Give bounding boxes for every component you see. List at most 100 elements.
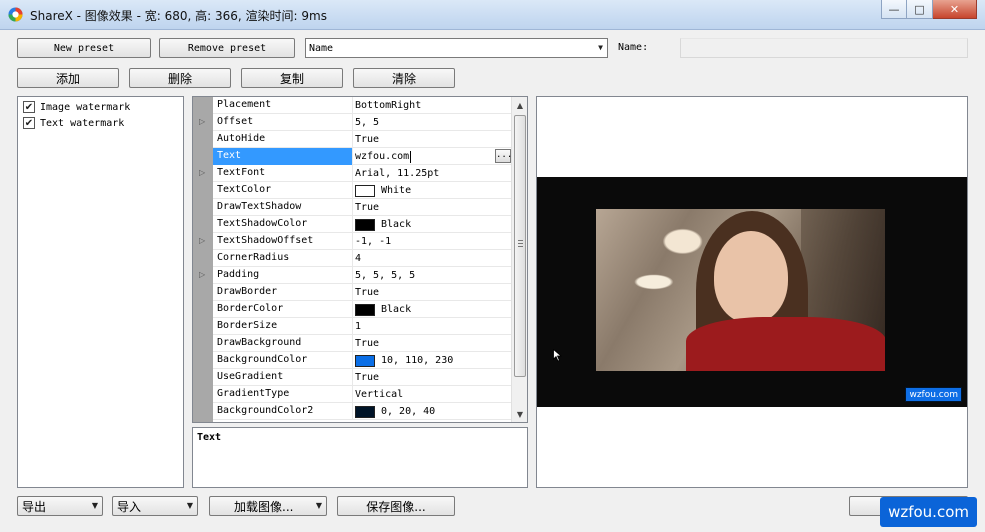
- property-value[interactable]: Black: [354, 216, 511, 233]
- property-value[interactable]: Vertical: [354, 386, 511, 403]
- property-row-drawtextshadow[interactable]: DrawTextShadow True: [213, 199, 511, 216]
- property-name[interactable]: BorderColor: [213, 301, 353, 318]
- property-row-offset[interactable]: ▷ Offset 5, 5: [199, 114, 511, 131]
- scroll-up-icon[interactable]: ▲: [512, 97, 527, 113]
- load-image-dropdown[interactable]: 加载图像... ▼: [209, 496, 327, 516]
- property-value-text: 1: [355, 320, 362, 332]
- property-row-cornerradius[interactable]: CornerRadius 4: [213, 250, 511, 267]
- property-row-backgroundcolor2[interactable]: BackgroundColor2 0, 20, 40: [213, 403, 511, 420]
- expand-arrow-icon[interactable]: ▷: [199, 117, 205, 126]
- edit-text-button[interactable]: ...: [495, 149, 512, 163]
- minimize-button[interactable]: —: [881, 0, 907, 19]
- property-value[interactable]: True: [354, 199, 511, 216]
- expand-arrow-icon[interactable]: ▷: [199, 270, 205, 279]
- property-row-padding[interactable]: ▷ Padding 5, 5, 5, 5: [199, 267, 511, 284]
- effects-list[interactable]: ✔ Image watermark ✔ Text watermark: [17, 96, 184, 488]
- property-row-textshadowcolor[interactable]: TextShadowColor Black: [213, 216, 511, 233]
- property-value[interactable]: True: [354, 284, 511, 301]
- property-name[interactable]: UseGradient: [213, 369, 353, 386]
- property-value-text: Vertical: [355, 388, 404, 400]
- property-value[interactable]: 5, 5, 5, 5: [354, 267, 511, 284]
- property-value[interactable]: 0, 20, 40: [354, 403, 511, 420]
- copy-effect-button[interactable]: 复制: [241, 68, 343, 88]
- property-value[interactable]: 1: [354, 318, 511, 335]
- chevron-down-icon: ▼: [315, 501, 322, 510]
- property-name[interactable]: DrawTextShadow: [213, 199, 353, 216]
- property-name[interactable]: Placement: [213, 97, 353, 114]
- property-value[interactable]: 10, 110, 230: [354, 352, 511, 369]
- property-name[interactable]: CornerRadius: [213, 250, 353, 267]
- list-item-image-watermark[interactable]: ✔ Image watermark: [23, 100, 130, 114]
- clear-effects-button[interactable]: 清除: [353, 68, 455, 88]
- property-value[interactable]: Arial, 11.25pt: [354, 165, 511, 182]
- save-image-button[interactable]: 保存图像...: [337, 496, 455, 516]
- image-watermark-checkbox[interactable]: ✔: [23, 101, 35, 113]
- property-row-placement[interactable]: Placement BottomRight: [213, 97, 511, 114]
- site-watermark: wzfou.com: [880, 497, 977, 527]
- text-watermark-checkbox[interactable]: ✔: [23, 117, 35, 129]
- property-value-text: True: [355, 133, 380, 145]
- description-title: Text: [197, 432, 222, 443]
- property-name[interactable]: Padding: [213, 267, 353, 284]
- property-row-text[interactable]: Text wzfou.com...: [213, 148, 512, 165]
- property-name[interactable]: DrawBorder: [213, 284, 353, 301]
- name-label: Name:: [618, 42, 649, 53]
- property-row-textshadowoffset[interactable]: ▷ TextShadowOffset -1, -1: [199, 233, 511, 250]
- preset-select[interactable]: Name ▼: [305, 38, 608, 58]
- property-value[interactable]: 5, 5: [354, 114, 511, 131]
- close-icon: ✕: [949, 2, 960, 16]
- export-dropdown[interactable]: 导出 ▼: [17, 496, 103, 516]
- property-name[interactable]: GradientType: [213, 386, 353, 403]
- property-value[interactable]: White: [354, 182, 511, 199]
- property-value[interactable]: 4: [354, 250, 511, 267]
- maximize-button[interactable]: □: [907, 0, 933, 19]
- import-dropdown[interactable]: 导入 ▼: [112, 496, 198, 516]
- name-input[interactable]: [680, 38, 968, 58]
- property-value[interactable]: True: [354, 335, 511, 352]
- property-value-text: True: [355, 286, 380, 298]
- property-name[interactable]: BackgroundColor2: [213, 403, 353, 420]
- property-row-autohide[interactable]: AutoHide True: [213, 131, 511, 148]
- chevron-down-icon: ▼: [91, 501, 98, 510]
- property-row-backgroundcolor[interactable]: BackgroundColor 10, 110, 230: [213, 352, 511, 369]
- property-value[interactable]: True: [354, 369, 511, 386]
- property-name[interactable]: Offset: [213, 114, 353, 131]
- expand-arrow-icon[interactable]: ▷: [199, 236, 205, 245]
- property-row-gradienttype[interactable]: GradientType Vertical: [213, 386, 511, 403]
- property-row-textfont[interactable]: ▷ TextFont Arial, 11.25pt: [199, 165, 511, 182]
- property-name[interactable]: TextShadowColor: [213, 216, 353, 233]
- property-grid-scrollbar[interactable]: ▲ ▼: [511, 97, 527, 422]
- list-item-text-watermark[interactable]: ✔ Text watermark: [23, 116, 124, 130]
- property-name[interactable]: TextShadowOffset: [213, 233, 353, 250]
- property-row-drawbackground[interactable]: DrawBackground True: [213, 335, 511, 352]
- property-name[interactable]: Text: [213, 148, 353, 165]
- property-name[interactable]: DrawBackground: [213, 335, 353, 352]
- property-name[interactable]: AutoHide: [213, 131, 353, 148]
- preview-watermark: wzfou.com: [905, 387, 962, 402]
- add-effect-button[interactable]: 添加: [17, 68, 119, 88]
- property-row-textcolor[interactable]: TextColor White: [213, 182, 511, 199]
- close-button[interactable]: ✕: [933, 0, 977, 19]
- property-value-text: 10, 110, 230: [381, 354, 454, 366]
- preset-select-value: Name: [309, 42, 334, 54]
- property-name[interactable]: BorderSize: [213, 318, 353, 335]
- property-value[interactable]: True: [354, 131, 511, 148]
- property-name[interactable]: TextFont: [213, 165, 353, 182]
- property-row-usegradient[interactable]: UseGradient True: [213, 369, 511, 386]
- property-value[interactable]: Black: [354, 301, 511, 318]
- expand-arrow-icon[interactable]: ▷: [199, 168, 205, 177]
- property-row-bordersize[interactable]: BorderSize 1: [213, 318, 511, 335]
- new-preset-button[interactable]: New preset: [17, 38, 151, 58]
- property-name[interactable]: BackgroundColor: [213, 352, 353, 369]
- property-value[interactable]: wzfou.com...: [354, 148, 512, 165]
- property-value[interactable]: -1, -1: [354, 233, 511, 250]
- scroll-thumb[interactable]: [514, 115, 526, 377]
- remove-preset-button[interactable]: Remove preset: [159, 38, 295, 58]
- delete-effect-button[interactable]: 删除: [129, 68, 231, 88]
- property-value[interactable]: BottomRight: [354, 97, 511, 114]
- property-row-drawborder[interactable]: DrawBorder True: [213, 284, 511, 301]
- property-row-bordercolor[interactable]: BorderColor Black: [213, 301, 511, 318]
- property-name[interactable]: TextColor: [213, 182, 353, 199]
- property-grid[interactable]: Placement BottomRight ▷ Offset 5, 5 AutoHide T…: [192, 96, 528, 423]
- scroll-down-icon[interactable]: ▼: [512, 406, 527, 422]
